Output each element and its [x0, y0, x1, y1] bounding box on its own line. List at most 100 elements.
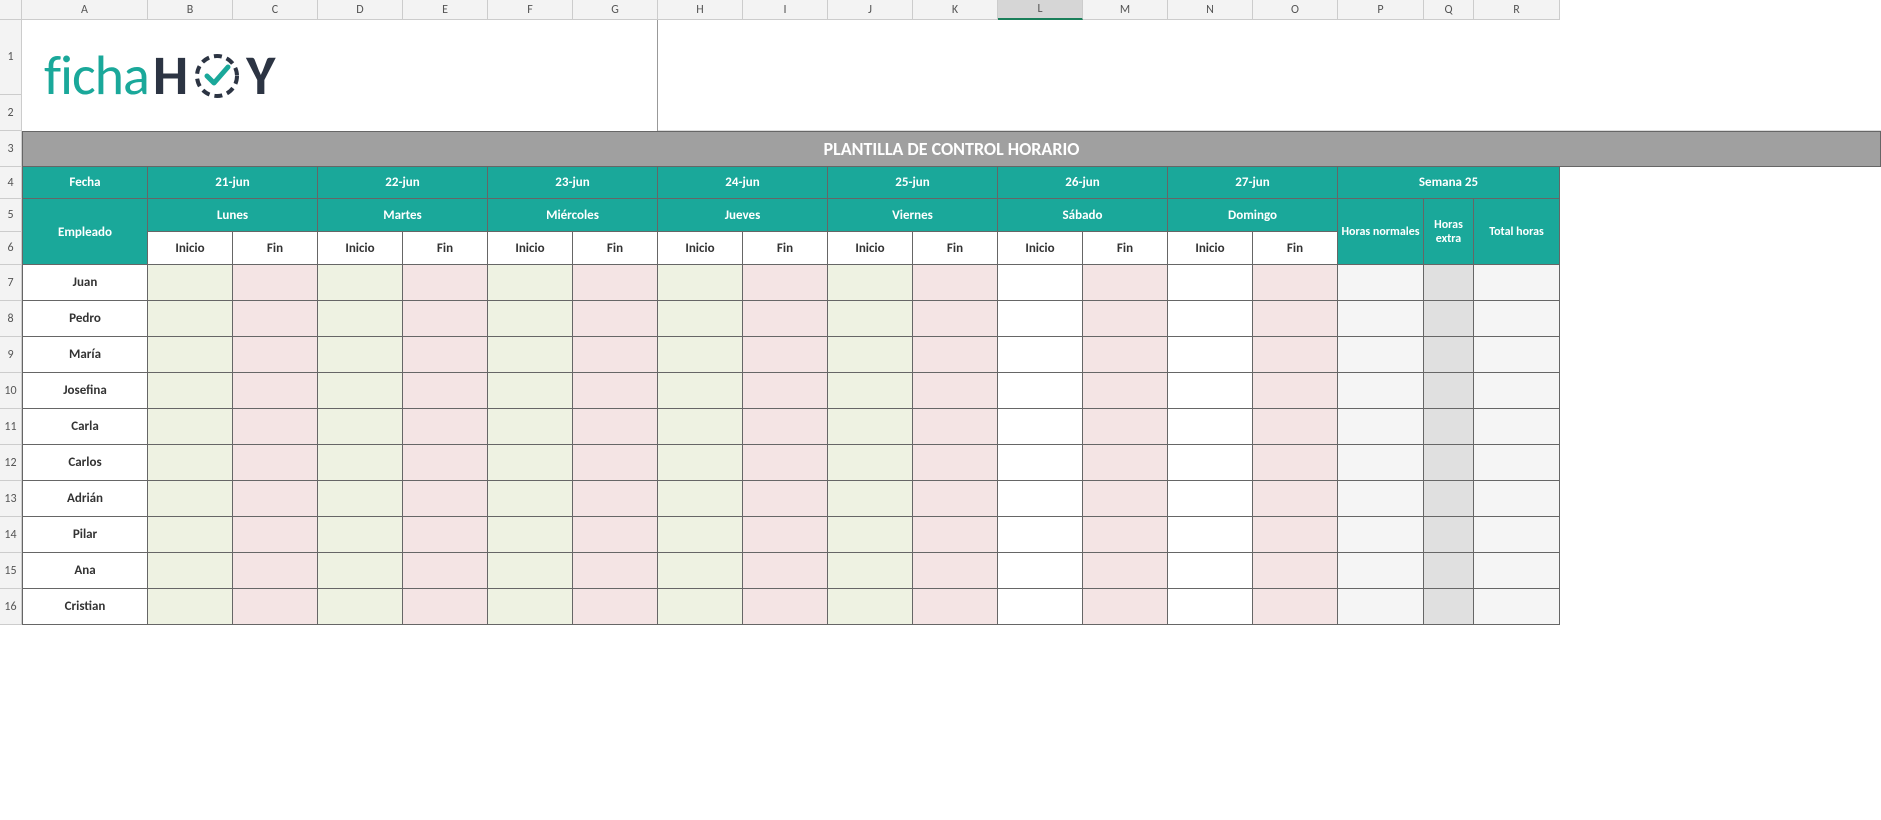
row-header-8[interactable]: 8 [0, 301, 22, 337]
row-header-6[interactable]: 6 [0, 232, 22, 265]
cell-inicio-6-5[interactable] [998, 481, 1083, 517]
column-header-A[interactable]: A [22, 0, 148, 20]
cell-inicio-2-6[interactable] [1168, 337, 1253, 373]
cell-horas-normales-0[interactable] [1338, 265, 1424, 301]
header-fin-0[interactable]: Fin [233, 232, 318, 265]
cell-fin-3-1[interactable] [403, 373, 488, 409]
row-header-5[interactable]: 5 [0, 199, 22, 232]
header-fin-5[interactable]: Fin [1083, 232, 1168, 265]
cell-fin-5-6[interactable] [1253, 445, 1338, 481]
cell-fin-3-3[interactable] [743, 373, 828, 409]
cell-fin-9-2[interactable] [573, 589, 658, 625]
cell-inicio-3-2[interactable] [488, 373, 573, 409]
cell-inicio-0-5[interactable] [998, 265, 1083, 301]
cell-horas-normales-2[interactable] [1338, 337, 1424, 373]
row-header-16[interactable]: 16 [0, 589, 22, 625]
cell-inicio-9-2[interactable] [488, 589, 573, 625]
cell-inicio-5-2[interactable] [488, 445, 573, 481]
select-all-corner[interactable] [0, 0, 22, 20]
header-total-horas-top[interactable]: Total horas [1474, 199, 1560, 232]
cell-fin-6-1[interactable] [403, 481, 488, 517]
header-date-6[interactable]: 27-jun [1168, 167, 1338, 199]
cell-fin-2-3[interactable] [743, 337, 828, 373]
cell-fin-8-5[interactable] [1083, 553, 1168, 589]
cell-inicio-9-6[interactable] [1168, 589, 1253, 625]
header-inicio-5[interactable]: Inicio [998, 232, 1083, 265]
cell-horas-normales-8[interactable] [1338, 553, 1424, 589]
cell-horas-extra-9[interactable] [1424, 589, 1474, 625]
cell-inicio-1-6[interactable] [1168, 301, 1253, 337]
cell-horas-extra-8[interactable] [1424, 553, 1474, 589]
row-header-7[interactable]: 7 [0, 265, 22, 301]
cell-fin-6-6[interactable] [1253, 481, 1338, 517]
header-horas-normales-top[interactable]: Horas normales [1338, 199, 1424, 232]
column-header-H[interactable]: H [658, 0, 743, 20]
cell-fin-1-4[interactable] [913, 301, 998, 337]
cell-inicio-6-6[interactable] [1168, 481, 1253, 517]
cell-horas-normales-3[interactable] [1338, 373, 1424, 409]
cell-fin-0-1[interactable] [403, 265, 488, 301]
cell-inicio-5-0[interactable] [148, 445, 233, 481]
column-header-I[interactable]: I [743, 0, 828, 20]
cell-inicio-9-3[interactable] [658, 589, 743, 625]
cell-fin-0-2[interactable] [573, 265, 658, 301]
cell-total-horas-4[interactable] [1474, 409, 1560, 445]
empty-logo-row-cells[interactable] [658, 20, 1881, 131]
cell-inicio-0-0[interactable] [148, 265, 233, 301]
employee-name-9[interactable]: Cristian [22, 589, 148, 625]
header-date-5[interactable]: 26-jun [998, 167, 1168, 199]
cell-fin-6-2[interactable] [573, 481, 658, 517]
cell-fin-8-3[interactable] [743, 553, 828, 589]
cell-inicio-9-0[interactable] [148, 589, 233, 625]
cell-fin-4-5[interactable] [1083, 409, 1168, 445]
cell-inicio-7-1[interactable] [318, 517, 403, 553]
cell-total-horas-2[interactable] [1474, 337, 1560, 373]
column-header-N[interactable]: N [1168, 0, 1253, 20]
cell-inicio-7-3[interactable] [658, 517, 743, 553]
cell-inicio-1-3[interactable] [658, 301, 743, 337]
cell-fin-4-2[interactable] [573, 409, 658, 445]
cell-fin-6-4[interactable] [913, 481, 998, 517]
header-fin-6[interactable]: Fin [1253, 232, 1338, 265]
cell-inicio-4-6[interactable] [1168, 409, 1253, 445]
cell-inicio-1-1[interactable] [318, 301, 403, 337]
cell-inicio-5-6[interactable] [1168, 445, 1253, 481]
cell-inicio-9-5[interactable] [998, 589, 1083, 625]
cell-inicio-8-6[interactable] [1168, 553, 1253, 589]
header-day-3[interactable]: Jueves [658, 199, 828, 232]
column-header-E[interactable]: E [403, 0, 488, 20]
cell-inicio-4-5[interactable] [998, 409, 1083, 445]
cell-fin-6-0[interactable] [233, 481, 318, 517]
row-header-3[interactable]: 3 [0, 131, 22, 167]
cell-fin-7-3[interactable] [743, 517, 828, 553]
cell-inicio-8-4[interactable] [828, 553, 913, 589]
cell-total-horas-7[interactable] [1474, 517, 1560, 553]
cell-fin-2-2[interactable] [573, 337, 658, 373]
header-empleado-top[interactable]: Empleado [22, 199, 148, 232]
cell-fin-0-4[interactable] [913, 265, 998, 301]
row-header-4[interactable]: 4 [0, 167, 22, 199]
cell-inicio-7-6[interactable] [1168, 517, 1253, 553]
cell-inicio-8-0[interactable] [148, 553, 233, 589]
cell-horas-extra-5[interactable] [1424, 445, 1474, 481]
cell-fin-3-0[interactable] [233, 373, 318, 409]
cell-fin-2-5[interactable] [1083, 337, 1168, 373]
cell-fin-7-2[interactable] [573, 517, 658, 553]
cell-inicio-2-2[interactable] [488, 337, 573, 373]
cell-fin-1-0[interactable] [233, 301, 318, 337]
cell-inicio-8-5[interactable] [998, 553, 1083, 589]
cell-inicio-6-3[interactable] [658, 481, 743, 517]
column-header-P[interactable]: P [1338, 0, 1424, 20]
cell-inicio-9-4[interactable] [828, 589, 913, 625]
header-fecha[interactable]: Fecha [22, 167, 148, 199]
column-header-C[interactable]: C [233, 0, 318, 20]
employee-name-7[interactable]: Pilar [22, 517, 148, 553]
cell-fin-2-4[interactable] [913, 337, 998, 373]
cell-inicio-6-4[interactable] [828, 481, 913, 517]
row-header-9[interactable]: 9 [0, 337, 22, 373]
cell-fin-3-5[interactable] [1083, 373, 1168, 409]
cell-fin-3-4[interactable] [913, 373, 998, 409]
employee-name-0[interactable]: Juan [22, 265, 148, 301]
row-header-11[interactable]: 11 [0, 409, 22, 445]
column-header-Q[interactable]: Q [1424, 0, 1474, 20]
